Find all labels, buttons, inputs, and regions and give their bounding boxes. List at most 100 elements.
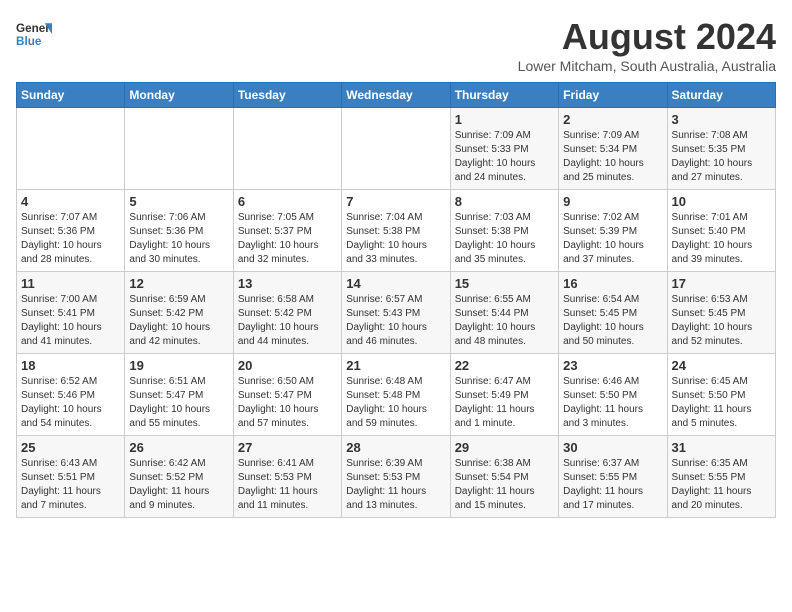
logo: General Blue bbox=[16, 16, 52, 52]
calendar-body: 1 Sunrise: 7:09 AM Sunset: 5:33 PM Daylig… bbox=[17, 108, 776, 518]
calendar-cell: 11Sunrise: 7:00 AM Sunset: 5:41 PM Dayli… bbox=[17, 272, 125, 354]
day-info: Sunrise: 6:54 AM Sunset: 5:45 PM Dayligh… bbox=[563, 293, 662, 349]
calendar-cell: 4 Sunrise: 7:07 AM Sunset: 5:36 PM Daylig… bbox=[17, 190, 125, 272]
calendar-cell: 27 Sunrise: 6:41 AM Sunset: 5:53 PM Dayli… bbox=[233, 436, 341, 518]
day-number: 16 bbox=[563, 276, 662, 291]
calendar-cell: 2Sunrise: 7:09 AM Sunset: 5:34 PM Daylig… bbox=[559, 108, 667, 190]
day-info: Sunrise: 6:39 AM Sunset: 5:53 PM Dayligh… bbox=[346, 457, 445, 513]
calendar-cell: 7 Sunrise: 7:04 AM Sunset: 5:38 PM Daylig… bbox=[342, 190, 450, 272]
day-info: Sunrise: 6:47 AM Sunset: 5:49 PM Dayligh… bbox=[455, 375, 554, 431]
calendar-cell: 17 Sunrise: 6:53 AM Sunset: 5:45 PM Dayli… bbox=[667, 272, 775, 354]
day-info: Sunrise: 7:07 AM Sunset: 5:36 PM Dayligh… bbox=[21, 211, 120, 267]
calendar-cell: 22 Sunrise: 6:47 AM Sunset: 5:49 PM Dayli… bbox=[450, 354, 558, 436]
day-number: 9 bbox=[563, 194, 662, 209]
header-day-wednesday: Wednesday bbox=[342, 83, 450, 108]
calendar-week-row: 4 Sunrise: 7:07 AM Sunset: 5:36 PM Daylig… bbox=[17, 190, 776, 272]
day-number: 29 bbox=[455, 440, 554, 455]
day-number: 26 bbox=[129, 440, 228, 455]
calendar-cell: 10 Sunrise: 7:01 AM Sunset: 5:40 PM Dayli… bbox=[667, 190, 775, 272]
calendar-cell bbox=[125, 108, 233, 190]
calendar-cell: 25 Sunrise: 6:43 AM Sunset: 5:51 PM Dayli… bbox=[17, 436, 125, 518]
calendar-cell bbox=[17, 108, 125, 190]
day-info: Sunrise: 6:45 AM Sunset: 5:50 PM Dayligh… bbox=[672, 375, 771, 431]
calendar-cell: 15 Sunrise: 6:55 AM Sunset: 5:44 PM Dayli… bbox=[450, 272, 558, 354]
day-number: 15 bbox=[455, 276, 554, 291]
day-info: Sunrise: 6:51 AM Sunset: 5:47 PM Dayligh… bbox=[129, 375, 228, 431]
header-day-monday: Monday bbox=[125, 83, 233, 108]
day-info: Sunrise: 6:55 AM Sunset: 5:44 PM Dayligh… bbox=[455, 293, 554, 349]
header: General Blue August 2024 Lower Mitcham, … bbox=[16, 16, 776, 74]
day-number: 3 bbox=[672, 112, 771, 127]
day-number: 6 bbox=[238, 194, 337, 209]
calendar-cell: 28 Sunrise: 6:39 AM Sunset: 5:53 PM Dayli… bbox=[342, 436, 450, 518]
day-number: 4 bbox=[21, 194, 120, 209]
day-number: 13 bbox=[238, 276, 337, 291]
calendar-cell: 18Sunrise: 6:52 AM Sunset: 5:46 PM Dayli… bbox=[17, 354, 125, 436]
logo-icon: General Blue bbox=[16, 16, 52, 52]
calendar-cell: 29 Sunrise: 6:38 AM Sunset: 5:54 PM Dayli… bbox=[450, 436, 558, 518]
calendar-cell: 6 Sunrise: 7:05 AM Sunset: 5:37 PM Daylig… bbox=[233, 190, 341, 272]
day-info: Sunrise: 7:06 AM Sunset: 5:36 PM Dayligh… bbox=[129, 211, 228, 267]
day-info: Sunrise: 6:41 AM Sunset: 5:53 PM Dayligh… bbox=[238, 457, 337, 513]
day-info: Sunrise: 7:01 AM Sunset: 5:40 PM Dayligh… bbox=[672, 211, 771, 267]
header-day-saturday: Saturday bbox=[667, 83, 775, 108]
header-day-thursday: Thursday bbox=[450, 83, 558, 108]
day-info: Sunrise: 6:46 AM Sunset: 5:50 PM Dayligh… bbox=[563, 375, 662, 431]
day-number: 7 bbox=[346, 194, 445, 209]
calendar-cell: 24 Sunrise: 6:45 AM Sunset: 5:50 PM Dayli… bbox=[667, 354, 775, 436]
day-info: Sunrise: 6:42 AM Sunset: 5:52 PM Dayligh… bbox=[129, 457, 228, 513]
calendar-header-row: SundayMondayTuesdayWednesdayThursdayFrid… bbox=[17, 83, 776, 108]
calendar-cell bbox=[233, 108, 341, 190]
header-day-tuesday: Tuesday bbox=[233, 83, 341, 108]
day-number: 24 bbox=[672, 358, 771, 373]
calendar-cell: 8 Sunrise: 7:03 AM Sunset: 5:38 PM Daylig… bbox=[450, 190, 558, 272]
calendar-cell: 9 Sunrise: 7:02 AM Sunset: 5:39 PM Daylig… bbox=[559, 190, 667, 272]
month-year: August 2024 bbox=[518, 16, 776, 58]
day-info: Sunrise: 7:09 AM Sunset: 5:33 PM Dayligh… bbox=[455, 129, 554, 185]
day-number: 27 bbox=[238, 440, 337, 455]
calendar-cell: 12Sunrise: 6:59 AM Sunset: 5:42 PM Dayli… bbox=[125, 272, 233, 354]
calendar-cell: 13Sunrise: 6:58 AM Sunset: 5:42 PM Dayli… bbox=[233, 272, 341, 354]
day-info: Sunrise: 7:03 AM Sunset: 5:38 PM Dayligh… bbox=[455, 211, 554, 267]
calendar-cell: 21 Sunrise: 6:48 AM Sunset: 5:48 PM Dayli… bbox=[342, 354, 450, 436]
day-number: 10 bbox=[672, 194, 771, 209]
calendar-week-row: 25 Sunrise: 6:43 AM Sunset: 5:51 PM Dayli… bbox=[17, 436, 776, 518]
day-info: Sunrise: 6:57 AM Sunset: 5:43 PM Dayligh… bbox=[346, 293, 445, 349]
day-number: 17 bbox=[672, 276, 771, 291]
day-number: 11 bbox=[21, 276, 120, 291]
day-number: 22 bbox=[455, 358, 554, 373]
day-info: Sunrise: 6:53 AM Sunset: 5:45 PM Dayligh… bbox=[672, 293, 771, 349]
title-area: August 2024 Lower Mitcham, South Austral… bbox=[518, 16, 776, 74]
day-info: Sunrise: 6:38 AM Sunset: 5:54 PM Dayligh… bbox=[455, 457, 554, 513]
calendar-table: SundayMondayTuesdayWednesdayThursdayFrid… bbox=[16, 82, 776, 518]
calendar-cell: 20 Sunrise: 6:50 AM Sunset: 5:47 PM Dayli… bbox=[233, 354, 341, 436]
day-number: 18 bbox=[21, 358, 120, 373]
calendar-week-row: 18Sunrise: 6:52 AM Sunset: 5:46 PM Dayli… bbox=[17, 354, 776, 436]
day-info: Sunrise: 6:35 AM Sunset: 5:55 PM Dayligh… bbox=[672, 457, 771, 513]
day-info: Sunrise: 7:04 AM Sunset: 5:38 PM Dayligh… bbox=[346, 211, 445, 267]
day-info: Sunrise: 6:37 AM Sunset: 5:55 PM Dayligh… bbox=[563, 457, 662, 513]
day-number: 12 bbox=[129, 276, 228, 291]
calendar-week-row: 11Sunrise: 7:00 AM Sunset: 5:41 PM Dayli… bbox=[17, 272, 776, 354]
day-number: 1 bbox=[455, 112, 554, 127]
header-day-sunday: Sunday bbox=[17, 83, 125, 108]
location: Lower Mitcham, South Australia, Australi… bbox=[518, 58, 776, 74]
day-number: 2 bbox=[563, 112, 662, 127]
day-info: Sunrise: 7:08 AM Sunset: 5:35 PM Dayligh… bbox=[672, 129, 771, 185]
calendar-cell bbox=[342, 108, 450, 190]
day-info: Sunrise: 7:05 AM Sunset: 5:37 PM Dayligh… bbox=[238, 211, 337, 267]
calendar-cell: 19Sunrise: 6:51 AM Sunset: 5:47 PM Dayli… bbox=[125, 354, 233, 436]
day-number: 8 bbox=[455, 194, 554, 209]
calendar-cell: 1 Sunrise: 7:09 AM Sunset: 5:33 PM Daylig… bbox=[450, 108, 558, 190]
day-number: 21 bbox=[346, 358, 445, 373]
day-info: Sunrise: 6:48 AM Sunset: 5:48 PM Dayligh… bbox=[346, 375, 445, 431]
day-info: Sunrise: 6:43 AM Sunset: 5:51 PM Dayligh… bbox=[21, 457, 120, 513]
day-number: 5 bbox=[129, 194, 228, 209]
day-number: 25 bbox=[21, 440, 120, 455]
calendar-cell: 16 Sunrise: 6:54 AM Sunset: 5:45 PM Dayli… bbox=[559, 272, 667, 354]
day-number: 20 bbox=[238, 358, 337, 373]
calendar-cell: 3 Sunrise: 7:08 AM Sunset: 5:35 PM Daylig… bbox=[667, 108, 775, 190]
day-number: 28 bbox=[346, 440, 445, 455]
day-info: Sunrise: 7:02 AM Sunset: 5:39 PM Dayligh… bbox=[563, 211, 662, 267]
day-info: Sunrise: 6:50 AM Sunset: 5:47 PM Dayligh… bbox=[238, 375, 337, 431]
